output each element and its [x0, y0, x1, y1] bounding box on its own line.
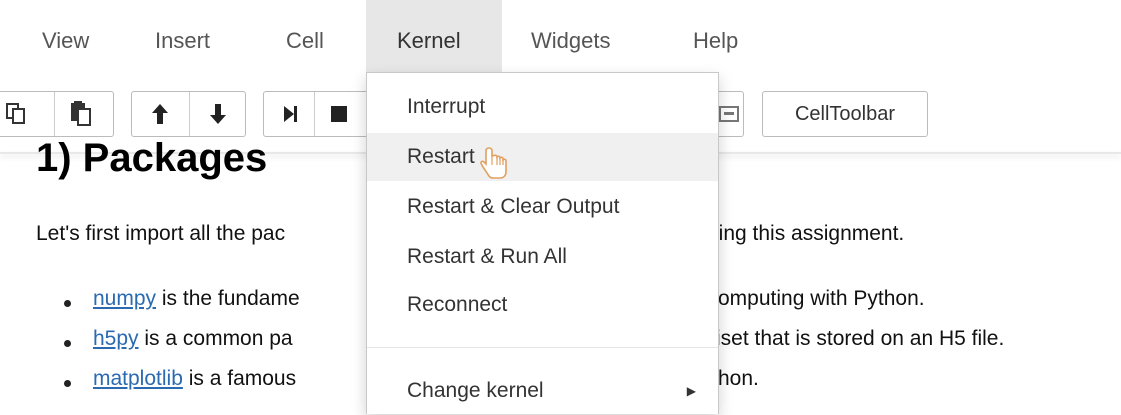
list-item-text-right: iset that is stored on an H5 file. [716, 327, 1005, 350]
bullet-dot [64, 340, 71, 347]
kernel-dropdown-menu: Interrupt Restart Restart & Clear Output… [366, 72, 719, 414]
bullet-dot [64, 380, 71, 387]
button-divider [314, 92, 315, 136]
list-item-text-right: omputing with Python. [718, 287, 925, 310]
menu-help[interactable]: Help [693, 0, 738, 82]
menu-cell[interactable]: Cell [286, 0, 324, 82]
menu-item-interrupt[interactable]: Interrupt [367, 83, 718, 131]
arrow-up-icon[interactable] [150, 102, 170, 126]
menu-view[interactable]: View [42, 0, 89, 82]
menu-bar: View Insert Cell Kernel Widgets Help [0, 0, 1121, 82]
menu-kernel[interactable]: Kernel [366, 0, 502, 82]
paste-icon[interactable] [69, 101, 93, 127]
section-heading: 1) Packages [36, 136, 268, 180]
h5py-link[interactable]: h5py [93, 327, 139, 350]
copy-icon[interactable] [5, 102, 27, 126]
list-item: numpy is the fundame [93, 287, 300, 311]
numpy-link[interactable]: numpy [93, 287, 156, 310]
keyboard-icon [719, 104, 739, 124]
list-item-text-right: hon. [718, 367, 759, 390]
list-item-text: is a famous [182, 367, 297, 390]
menu-widgets[interactable]: Widgets [531, 0, 610, 82]
list-item: h5py is a common pa [93, 327, 293, 351]
hand-cursor-icon [480, 146, 508, 185]
menu-item-restart-run-all[interactable]: Restart & Run All [367, 233, 718, 281]
menu-item-label: Change kernel [407, 379, 544, 402]
menu-item-change-kernel[interactable]: Change kernel ▶ [367, 367, 718, 415]
intro-paragraph-right: uring this assignment. [700, 222, 905, 245]
arrow-down-icon[interactable] [208, 102, 228, 126]
stop-icon[interactable] [330, 105, 348, 123]
run-next-icon[interactable] [282, 104, 300, 124]
list-item-text: is the fundame [156, 287, 300, 310]
menu-item-restart-clear-output[interactable]: Restart & Clear Output [367, 183, 718, 231]
bullet-dot [64, 300, 71, 307]
menu-item-reconnect[interactable]: Reconnect [367, 281, 718, 329]
menu-insert[interactable]: Insert [155, 0, 210, 82]
intro-paragraph-left: Let's first import all the pac [36, 222, 286, 245]
list-item-text: is a common pa [138, 327, 293, 350]
celltoolbar-button[interactable]: CellToolbar [762, 91, 928, 137]
menu-item-restart[interactable]: Restart [367, 133, 718, 181]
menu-divider [367, 347, 718, 348]
list-item: matplotlib is a famous [93, 367, 296, 391]
matplotlib-link[interactable]: matplotlib [93, 367, 183, 390]
caret-right-icon: ▶ [686, 384, 696, 398]
